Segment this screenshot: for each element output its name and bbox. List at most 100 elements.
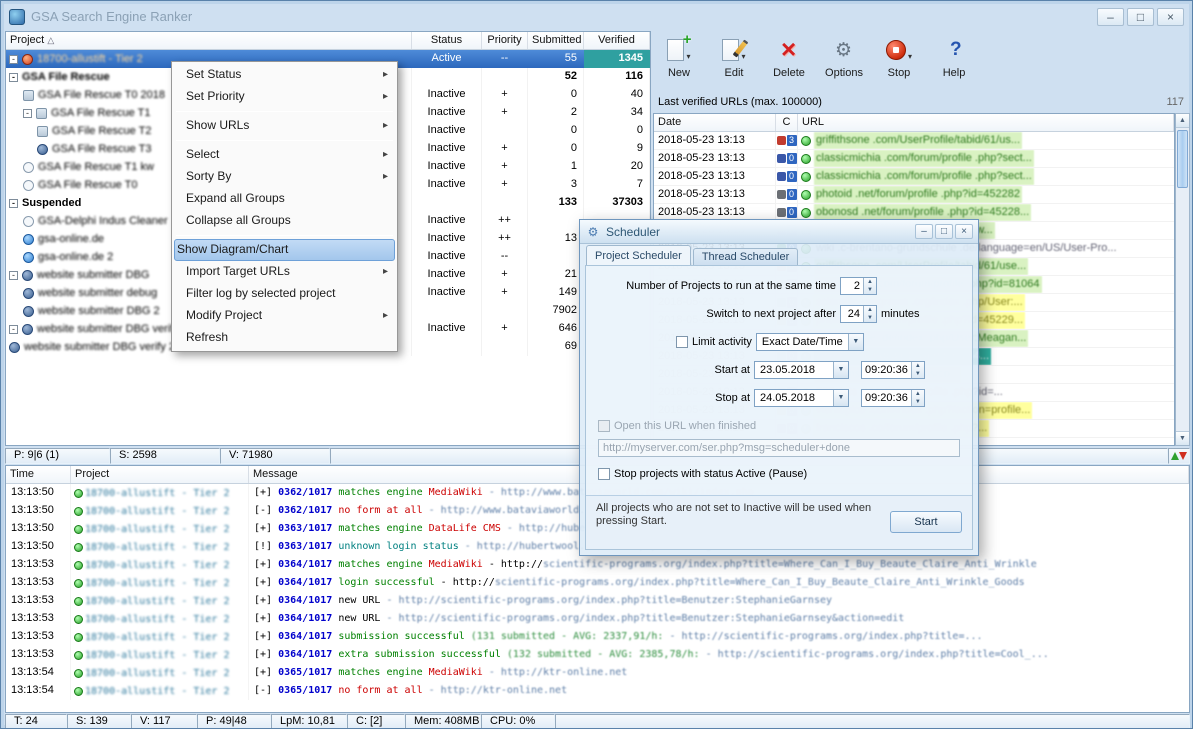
menu-item-set-status[interactable]: Set Status ▸ (174, 64, 395, 86)
column-header-time[interactable]: Time (6, 466, 71, 483)
log-row[interactable]: 13:13:53 18700-allustift - Tier 2 [+] 0364… (6, 574, 1189, 592)
scheduler-maximize-icon[interactable]: □ (935, 224, 953, 239)
message-part: [+] (254, 559, 279, 570)
switch-after-stepper[interactable]: 24 ▲ ▼ (840, 305, 877, 323)
scheduler-titlebar[interactable]: ⚙ Scheduler – □ × (580, 220, 978, 244)
statusbar-segment-6: Mem: 408MB (405, 714, 481, 728)
chevron-down-icon[interactable]: ▼ (833, 362, 848, 378)
menu-item-refresh[interactable]: Refresh (174, 327, 395, 349)
menu-item-import-target-urls[interactable]: Import Target URLs ▸ (174, 261, 395, 283)
column-header-verified[interactable]: Verified (584, 32, 650, 49)
url-row[interactable]: 2018-05-23 13:13 3 griffithsone .com/UserP… (654, 132, 1174, 150)
stepper-arrows-icon[interactable]: ▲ ▼ (910, 362, 924, 378)
start-time-stepper[interactable]: 09:20:36 ▲ ▼ (861, 361, 925, 379)
log-toggle-button[interactable] (1168, 448, 1190, 464)
stop-active-checkbox[interactable] (598, 468, 610, 480)
log-row[interactable]: 13:13:54 18700-allustift - Tier 2 [+] 0365… (6, 664, 1189, 682)
delete-button[interactable]: Delete (766, 34, 812, 92)
message-part: DataLife CMS (428, 523, 501, 534)
log-row[interactable]: 13:13:53 18700-allustift - Tier 2 [+] 0364… (6, 592, 1189, 610)
log-row[interactable]: 13:13:53 18700-allustift - Tier 2 [+] 0364… (6, 610, 1189, 628)
column-header-project[interactable]: Project △ (6, 32, 412, 49)
url-row[interactable]: 2018-05-23 13:13 0 classicmichia .com/foru… (654, 168, 1174, 186)
column-header-date[interactable]: Date (654, 114, 776, 131)
toolbar-button-label: New (667, 67, 690, 79)
tree-expander-icon[interactable]: - (9, 270, 18, 280)
chevron-down-icon[interactable]: ▼ (847, 334, 863, 350)
url-row[interactable]: 2018-05-23 13:13 0 classicmichia .com/foru… (654, 150, 1174, 168)
url-cell: griffithsone .com/UserProfile/tabid/61/u… (798, 132, 1174, 149)
scroll-down-icon[interactable]: ▼ (1176, 431, 1189, 445)
log-row[interactable]: 13:13:54 18700-allustift - Tier 2 [-] 0365… (6, 682, 1189, 700)
dot-icon (23, 287, 34, 299)
stop-date-select[interactable]: 24.05.2018 ▼ (754, 389, 849, 407)
log-row[interactable]: 13:13:53 18700-allustift - Tier 2 [+] 0364… (6, 646, 1189, 664)
menu-item-filter-log-by-selected-project[interactable]: Filter log by selected project (174, 283, 395, 305)
dropdown-caret-icon[interactable]: ▾ (741, 52, 745, 61)
tree-expander-icon[interactable]: - (9, 72, 18, 82)
edit-button[interactable]: ▾ Edit (711, 34, 757, 92)
start-button[interactable]: Start (890, 511, 962, 533)
url-cell: photoid .net/forum/profile .php?id=45228… (798, 186, 1174, 203)
stepper-arrows-icon[interactable]: ▲ ▼ (863, 306, 876, 322)
menu-item-show-diagram-chart[interactable]: Show Diagram/Chart (174, 239, 395, 261)
status-cell: Inactive (412, 320, 482, 338)
new-button[interactable]: ▾ New (656, 32, 702, 92)
finish-url-input[interactable] (598, 439, 960, 457)
tab-project-scheduler[interactable]: Project Scheduler (586, 245, 691, 265)
stepper-arrows-icon[interactable]: ▲ ▼ (863, 278, 876, 294)
status-cell (412, 68, 482, 86)
column-header-status[interactable]: Status (412, 32, 482, 49)
column-header-url[interactable]: URL (798, 114, 1174, 131)
message-part: new URL (338, 613, 381, 624)
column-header-c[interactable]: C (776, 114, 798, 131)
priority-cell: + (482, 86, 528, 104)
menu-item-select[interactable]: Select ▸ (174, 144, 395, 166)
menu-item-set-priority[interactable]: Set Priority ▸ (174, 86, 395, 108)
priority-cell: ++ (482, 212, 528, 230)
column-header-priority[interactable]: Priority (482, 32, 528, 49)
tab-thread-scheduler[interactable]: Thread Scheduler (692, 248, 799, 265)
start-date-select[interactable]: 23.05.2018 ▼ (754, 361, 849, 379)
log-row[interactable]: 13:13:53 18700-allustift - Tier 2 [+] 0364… (6, 556, 1189, 574)
stop-button[interactable]: ▾ Stop (876, 34, 922, 92)
dropdown-caret-icon[interactable]: ▾ (686, 52, 690, 61)
menu-item-show-urls[interactable]: Show URLs ▸ (174, 115, 395, 137)
url-table-scrollbar[interactable]: ▲ ▼ (1175, 113, 1190, 446)
scrollbar-thumb[interactable] (1177, 130, 1188, 188)
message-part: 0364/1017 (278, 613, 339, 624)
projects-count-stepper[interactable]: 2 ▲ ▼ (840, 277, 877, 295)
maximize-icon[interactable]: □ (1127, 7, 1154, 26)
menu-item-modify-project[interactable]: Modify Project ▸ (174, 305, 395, 327)
tree-expander-icon[interactable]: - (9, 198, 18, 208)
tree-expander-icon[interactable]: - (9, 54, 18, 64)
menu-item-expand-all-groups[interactable]: Expand all Groups (174, 188, 395, 210)
scheduler-close-icon[interactable]: × (955, 224, 973, 239)
minimize-icon[interactable]: – (1097, 7, 1124, 26)
menu-item-sorty-by[interactable]: Sorty By ▸ (174, 166, 395, 188)
priority-cell: + (482, 158, 528, 176)
menu-item-collapse-all-groups[interactable]: Collapse all Groups (174, 210, 395, 232)
submitted-cell: 0 (528, 140, 584, 158)
url-row[interactable]: 2018-05-23 13:13 0 photoid .net/forum/prof… (654, 186, 1174, 204)
tree-expander-icon[interactable]: - (23, 108, 32, 118)
limit-activity-checkbox[interactable] (676, 336, 688, 348)
project-cell: 18700-allustift - Tier 2 (71, 646, 249, 664)
options-icon (833, 37, 855, 63)
limit-mode-select[interactable]: Exact Date/Time ▼ (755, 333, 864, 351)
column-header-submitted[interactable]: Submitted (528, 32, 584, 49)
options-button[interactable]: Options (821, 34, 867, 92)
stepper-arrows-icon[interactable]: ▲ ▼ (910, 390, 924, 406)
dropdown-caret-icon[interactable]: ▾ (908, 52, 912, 61)
scroll-up-icon[interactable]: ▲ (1176, 114, 1189, 128)
chevron-down-icon[interactable]: ▼ (833, 390, 848, 406)
column-header-log-project[interactable]: Project (71, 466, 249, 483)
help-button[interactable]: Help (931, 34, 977, 92)
open-url-checkbox[interactable] (598, 420, 610, 432)
message-part: [+] (254, 523, 279, 534)
log-row[interactable]: 13:13:53 18700-allustift - Tier 2 [+] 0364… (6, 628, 1189, 646)
close-icon[interactable]: × (1157, 7, 1184, 26)
scheduler-minimize-icon[interactable]: – (915, 224, 933, 239)
tree-expander-icon[interactable]: - (9, 324, 18, 334)
stop-time-stepper[interactable]: 09:20:36 ▲ ▼ (861, 389, 925, 407)
